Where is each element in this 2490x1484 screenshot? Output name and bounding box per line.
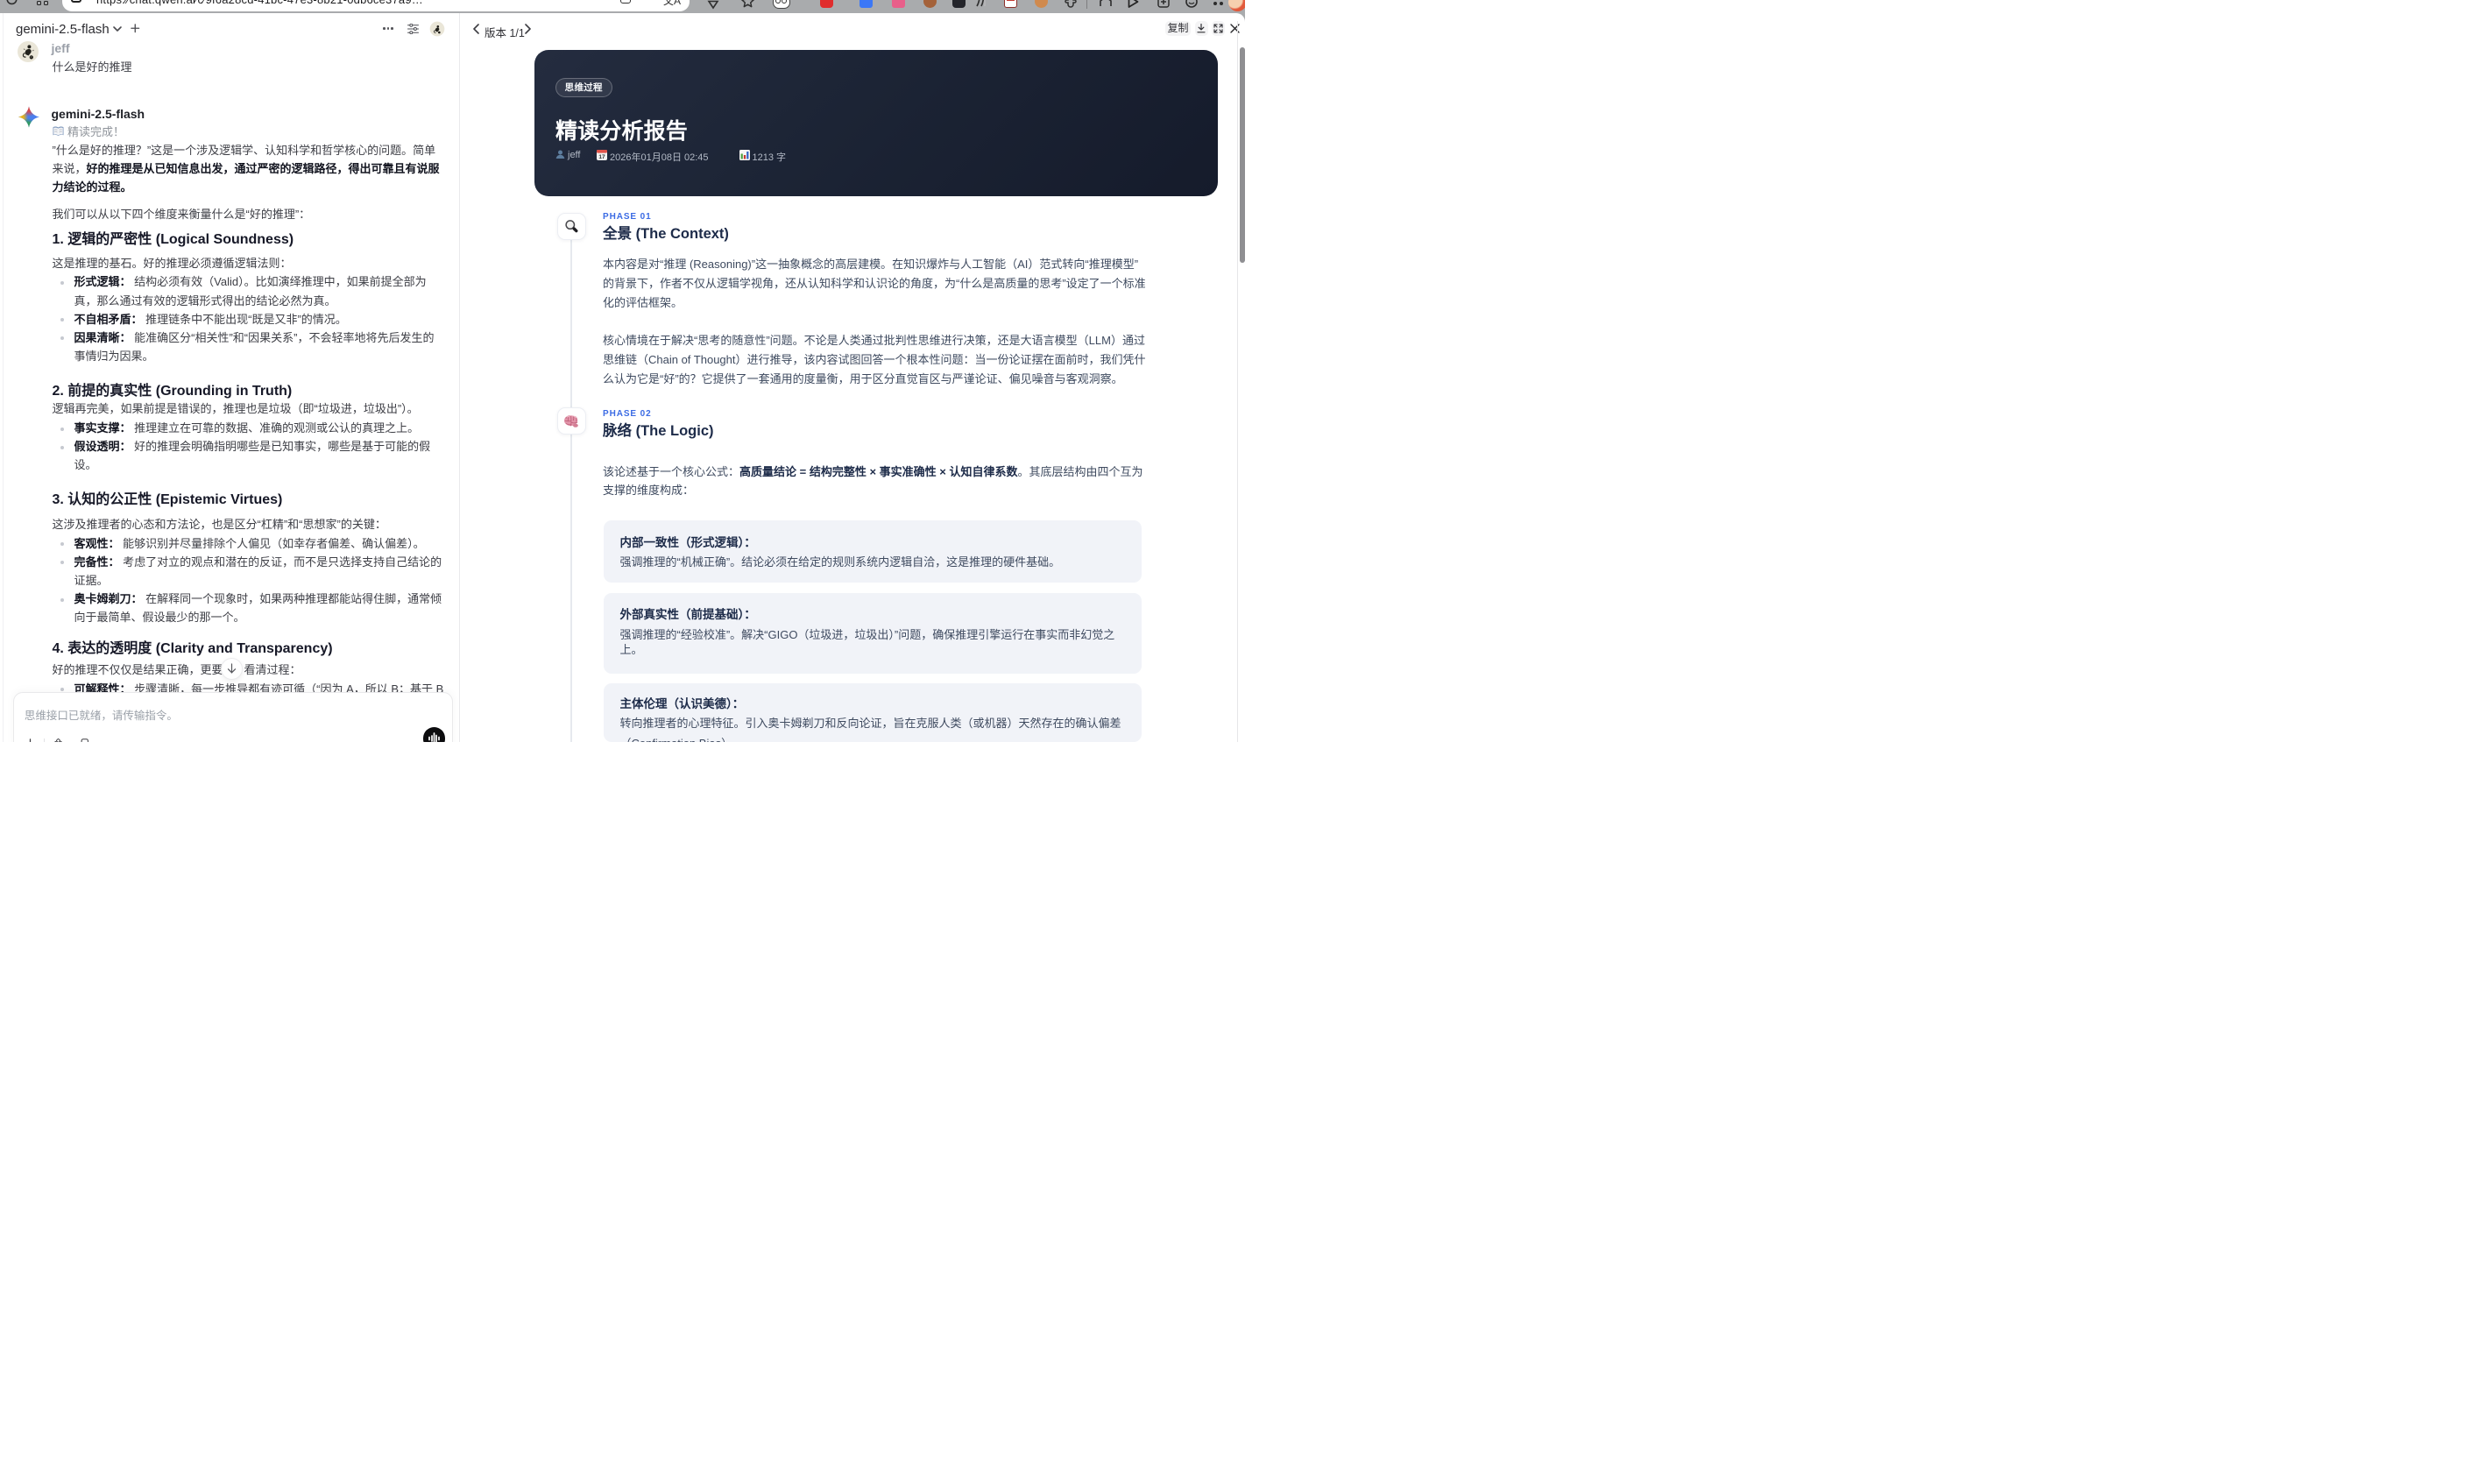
svg-text:17: 17 xyxy=(598,153,605,159)
